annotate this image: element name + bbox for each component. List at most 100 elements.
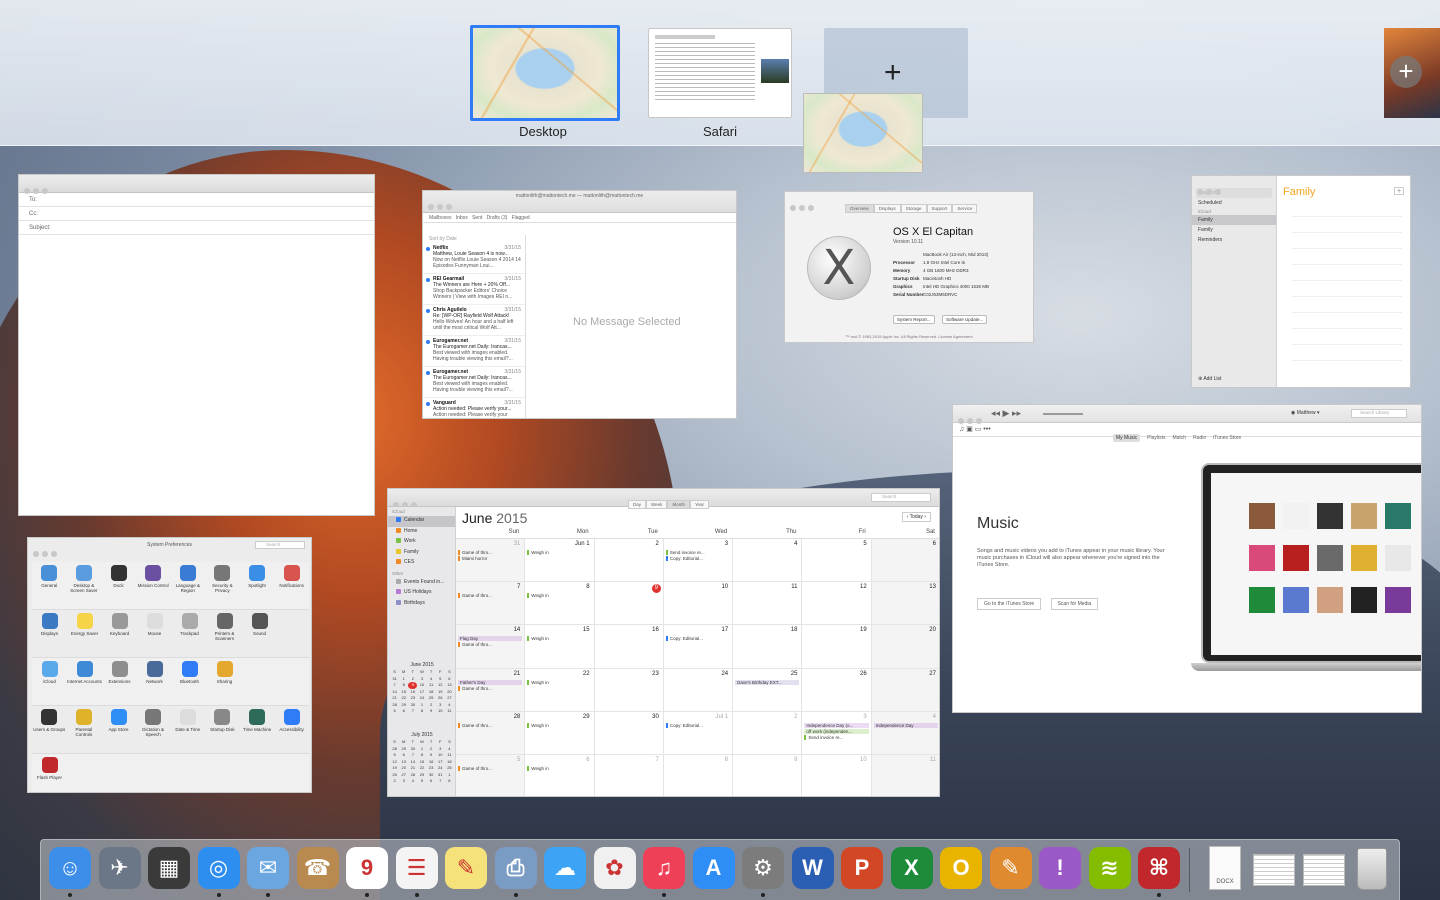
calendar-search[interactable]: Search (871, 493, 931, 502)
calendar-event[interactable]: Weigh in (527, 636, 591, 642)
about-tab[interactable]: Service (952, 204, 978, 213)
pref-pane-item[interactable]: Dictation & Speech (136, 706, 171, 753)
calendar-day-cell[interactable]: 29 Weigh in (525, 711, 595, 755)
calendar-event[interactable]: Game of thro... (458, 765, 522, 771)
window-controls[interactable] (790, 198, 817, 216)
calendar-event[interactable]: Weigh in (527, 765, 591, 771)
window-controls[interactable] (1197, 182, 1224, 200)
media-picker-icon[interactable]: ♫ ▣ ▭ ••• (959, 425, 991, 433)
calendar-list-item[interactable]: Birthdays (388, 599, 455, 610)
dragged-window-thumbnail[interactable] (803, 93, 923, 173)
app-store-icon[interactable]: A (692, 847, 735, 889)
prefs-search[interactable]: Search (255, 541, 305, 549)
volume-slider[interactable] (1043, 413, 1083, 415)
pref-pane-item[interactable]: App Store (101, 706, 136, 753)
mini-day[interactable]: 3 (399, 778, 408, 785)
calendar-event[interactable]: Game of thro... (458, 550, 522, 555)
calendar-day-cell[interactable]: Jul 1 Copy: Editorial... (663, 711, 734, 755)
mini-day[interactable]: 10 (436, 708, 445, 715)
fav-sent[interactable]: Sent (472, 215, 482, 221)
calendar-event[interactable]: Father's Day (458, 679, 523, 685)
spotify-icon[interactable]: ≋ (1088, 847, 1131, 889)
pref-pane-item[interactable]: Dock (101, 562, 136, 609)
calendar-event[interactable]: Miami horror (458, 556, 522, 561)
mail-message-item[interactable]: Netflix 3/31/15 Matthew, Louie Season 4 is… (423, 243, 525, 274)
finder-icon[interactable]: ☺ (49, 847, 91, 889)
pref-pane-item[interactable]: Language & Region (171, 562, 206, 609)
calendar-day-cell[interactable]: 9 (733, 754, 803, 796)
go-to-store-button[interactable]: Go to the iTunes Store (977, 598, 1042, 610)
pref-pane-item[interactable]: Accessibility (274, 706, 309, 753)
calendar-day-cell[interactable]: 2 (594, 539, 664, 583)
calendar-day-cell[interactable]: 16 (594, 625, 664, 669)
pref-pane-item[interactable]: Internet Accounts (67, 658, 102, 705)
reminders-window[interactable]: Search Scheduled iCloud Family Family Re… (1191, 175, 1411, 388)
calendar-day-cell[interactable]: 7 Game of thro... (456, 582, 526, 626)
pref-pane-item[interactable]: Desktop & Screen Saver (67, 562, 102, 609)
calendar-day-cell[interactable]: 27 (871, 668, 939, 712)
calendar-day-cell[interactable]: 3 Independence Day (o... off work (indepen… (802, 711, 872, 755)
mini-day[interactable]: 8 (417, 708, 426, 715)
pref-pane-item[interactable]: Flash Player (32, 754, 67, 792)
sort-label[interactable]: Sort by Date (423, 235, 525, 243)
pref-pane-item[interactable]: Date & Time (171, 706, 206, 753)
pref-pane-item[interactable]: Printers & Scanners (207, 610, 242, 657)
system-preferences-window[interactable]: System Preferences Search General Desktop… (27, 537, 312, 793)
pref-pane-item[interactable]: Keyboard (102, 610, 137, 657)
calendar-day-cell[interactable]: 18 (733, 625, 803, 669)
calendar-day-cell[interactable]: 4 (733, 539, 803, 583)
calendar-day-cell[interactable]: Jun 1 Weigh in (525, 539, 595, 583)
calendar-day-cell[interactable]: 11 (871, 754, 939, 796)
pref-pane-item[interactable]: Notifications (274, 562, 309, 609)
space-safari-thumbnail[interactable] (648, 28, 792, 118)
safari-icon[interactable]: ◎ (197, 847, 240, 889)
calendar-event[interactable]: Game of thro... (458, 722, 522, 728)
pref-pane-item[interactable]: Parental Controls (67, 706, 102, 753)
contacts-icon[interactable]: ☎ (296, 847, 339, 889)
itunes-tab[interactable]: iTunes Store (1213, 435, 1241, 441)
itunes-tab[interactable]: Radio (1193, 435, 1206, 441)
calendar-event[interactable]: Game of thro... (458, 685, 522, 691)
calendar-day-cell[interactable]: 11 (733, 582, 803, 626)
calendar-list-item[interactable]: Home (388, 527, 455, 538)
system-preferences-icon[interactable]: ⚙ (742, 847, 784, 889)
word-icon[interactable]: W (791, 847, 834, 889)
mail-message-item[interactable]: Chris Aguilelo 3/31/15 Re: [WP-OR] Rayfiel… (423, 305, 525, 336)
about-tab[interactable]: Displays (873, 204, 901, 213)
about-this-mac-window[interactable]: Overview Displays Storage Support Service X … (784, 191, 1034, 343)
add-reminder-button[interactable]: + (1394, 187, 1404, 195)
fav-drafts[interactable]: Drafts (3) (487, 215, 508, 221)
mail-window[interactable]: mattonlith@mattontech.me — mattonlith@ma… (422, 190, 737, 419)
calendar-event[interactable]: Weigh in (527, 593, 591, 599)
calendar-event[interactable]: Flag Day (458, 636, 523, 642)
calendar-event[interactable]: Weigh in (527, 679, 591, 685)
mini-day[interactable]: 4 (408, 778, 417, 785)
messages-icon[interactable]: ☁ (544, 847, 586, 889)
pref-pane-item[interactable]: General (32, 562, 67, 609)
calendar-list-item[interactable]: Work (388, 537, 455, 548)
mini-day[interactable]: 6 (399, 708, 408, 715)
subject-field[interactable]: Subject: (19, 221, 374, 235)
itunes-search[interactable]: Search Library (1351, 409, 1407, 418)
mini-day[interactable]: 7 (408, 708, 417, 715)
calendar-day-cell[interactable]: 6 Weigh in (525, 754, 595, 796)
feedback-icon[interactable]: ! (1039, 847, 1081, 889)
mission-control-icon[interactable]: ▦ (148, 847, 190, 889)
fav-flagged[interactable]: Flagged (512, 215, 530, 221)
calendar-day-cell[interactable]: 8 (664, 754, 734, 796)
notes-icon[interactable]: ✎ (445, 847, 487, 889)
calendar-day-cell[interactable]: 28 Game of thro... (456, 711, 526, 755)
calendar-event[interactable]: Copy: Editorial... (665, 556, 730, 561)
screenshot-file-icon[interactable] (1253, 854, 1295, 886)
calendar-day-cell[interactable]: 25 Dave's Birthday EXT... (733, 668, 803, 712)
calendar-event[interactable]: Copy: Editorial... (665, 722, 730, 728)
pref-pane-item[interactable]: Extensions (102, 658, 137, 705)
reminders-icon[interactable]: ☰ (395, 847, 438, 889)
mail-message-item[interactable]: REI Gearmail 3/31/15 The Winners are Here … (423, 274, 525, 305)
calendar-day-cell[interactable]: 3 Send invoice re... Copy: Editorial... (663, 539, 734, 583)
docx-document-icon[interactable]: DOCX (1209, 846, 1241, 890)
calendar-day-cell[interactable]: 10 (663, 582, 734, 626)
pref-pane-item[interactable]: Bluetooth (172, 658, 207, 705)
calendar-list-item[interactable]: Family (388, 548, 455, 559)
calendar-day-cell[interactable]: 8 Weigh in (525, 582, 595, 626)
